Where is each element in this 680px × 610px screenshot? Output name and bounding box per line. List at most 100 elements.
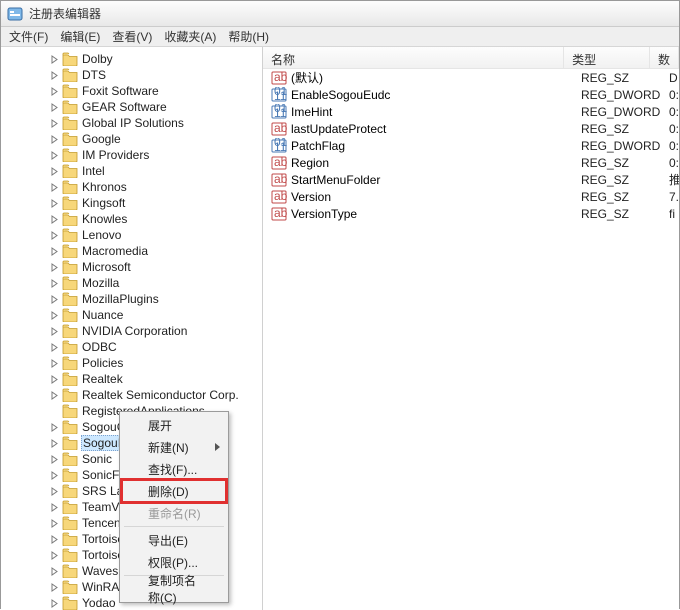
menu-item[interactable]: 展开 [122,414,226,436]
tree-label: ODBC [82,340,117,354]
expand-icon[interactable] [49,326,60,337]
expand-icon[interactable] [49,86,60,97]
expand-icon[interactable] [49,390,60,401]
tree-item[interactable]: GEAR Software [5,99,262,115]
tree-item[interactable]: Macromedia [5,243,262,259]
tree-item[interactable]: Realtek Semiconductor Corp. [5,387,262,403]
value-row[interactable]: 011110ImeHintREG_DWORD0: [263,103,679,120]
expand-icon[interactable] [49,486,60,497]
tree-item[interactable]: Dolby [5,51,262,67]
column-data[interactable]: 数 [650,47,679,68]
tree-item[interactable]: IM Providers [5,147,262,163]
tree-item[interactable]: Lenovo [5,227,262,243]
folder-icon [62,532,78,546]
tree-item[interactable]: Policies [5,355,262,371]
folder-icon [62,580,78,594]
expand-icon[interactable] [49,454,60,465]
folder-icon [62,468,78,482]
expand-icon[interactable] [49,310,60,321]
tree-item[interactable]: Kingsoft [5,195,262,211]
tree-item[interactable]: Intel [5,163,262,179]
value-row[interactable]: abRegionREG_SZ0: [263,154,679,171]
menu-favorites[interactable]: 收藏夹(A) [164,28,216,45]
expand-icon[interactable] [49,534,60,545]
column-name[interactable]: 名称 [263,47,564,68]
expand-icon[interactable] [49,262,60,273]
expand-icon[interactable] [49,118,60,129]
expand-icon[interactable] [49,422,60,433]
value-row[interactable]: abStartMenuFolderREG_SZ推 [263,171,679,188]
expand-icon[interactable] [49,294,60,305]
expand-icon[interactable] [49,598,60,609]
menu-item[interactable]: 导出(E) [122,529,226,551]
folder-icon [62,420,78,434]
expand-icon[interactable] [49,182,60,193]
expand-icon[interactable] [49,134,60,145]
tree-item[interactable]: NVIDIA Corporation [5,323,262,339]
expand-icon[interactable] [49,166,60,177]
expand-icon[interactable] [49,342,60,353]
value-row[interactable]: abVersionTypeREG_SZfi [263,205,679,222]
registry-tree[interactable]: DolbyDTSFoxit SoftwareGEAR SoftwareGloba… [1,47,263,610]
tree-item[interactable]: Mozilla [5,275,262,291]
value-data: fi [661,207,679,221]
value-row[interactable]: ab(默认)REG_SZD [263,69,679,86]
tree-item[interactable]: Knowles [5,211,262,227]
folder-icon [62,324,78,338]
value-name: (默认) [291,69,323,86]
menu-edit[interactable]: 编辑(E) [60,28,100,45]
value-data: 推 [661,171,679,188]
expand-icon[interactable] [49,198,60,209]
expand-icon[interactable] [49,102,60,113]
expand-icon[interactable] [49,374,60,385]
menu-view[interactable]: 查看(V) [112,28,152,45]
tree-item[interactable]: Global IP Solutions [5,115,262,131]
folder-icon [62,436,78,450]
value-row[interactable]: ablastUpdateProtectREG_SZ0: [263,120,679,137]
expand-icon[interactable] [49,230,60,241]
folder-icon [62,100,78,114]
value-name: Version [291,190,331,204]
expand-icon[interactable] [49,246,60,257]
value-row[interactable]: 011110PatchFlagREG_DWORD0: [263,137,679,154]
expand-icon[interactable] [49,470,60,481]
tree-item[interactable]: Foxit Software [5,83,262,99]
expand-icon[interactable] [49,358,60,369]
value-type: REG_DWORD [573,105,661,119]
menu-item[interactable]: 查找(F)... [122,458,226,480]
tree-item[interactable]: Nuance [5,307,262,323]
expand-icon[interactable] [49,54,60,65]
value-row[interactable]: 011110EnableSogouEudcREG_DWORD0: [263,86,679,103]
menu-help[interactable]: 帮助(H) [228,28,269,45]
menu-item[interactable]: 删除(D) [122,480,226,502]
column-type[interactable]: 类型 [564,47,650,68]
menu-item[interactable]: 权限(P)... [122,551,226,573]
expand-icon[interactable] [49,518,60,529]
tree-label: Foxit Software [82,84,159,98]
svg-text:110: 110 [274,89,287,103]
tree-item[interactable]: DTS [5,67,262,83]
tree-item[interactable]: MozillaPlugins [5,291,262,307]
expand-icon[interactable] [49,214,60,225]
tree-item[interactable]: Khronos [5,179,262,195]
tree-item[interactable]: Google [5,131,262,147]
menu-item[interactable]: 复制项名称(C) [122,578,226,600]
folder-icon [62,404,78,418]
tree-item[interactable]: ODBC [5,339,262,355]
expand-icon[interactable] [49,278,60,289]
expand-icon[interactable] [49,502,60,513]
expand-icon[interactable] [49,566,60,577]
value-type: REG_DWORD [573,88,661,102]
value-row[interactable]: abVersionREG_SZ7. [263,188,679,205]
tree-item[interactable]: Microsoft [5,259,262,275]
expand-icon[interactable] [49,582,60,593]
expand-icon[interactable] [49,70,60,81]
tree-item[interactable]: Realtek [5,371,262,387]
menu-item[interactable]: 新建(N) [122,436,226,458]
menu-file[interactable]: 文件(F) [9,28,48,45]
expand-icon[interactable] [49,550,60,561]
expand-icon[interactable] [49,150,60,161]
context-menu: 展开新建(N)查找(F)...删除(D)重命名(R)导出(E)权限(P)...复… [119,411,229,603]
expand-icon[interactable] [49,438,60,449]
value-name: EnableSogouEudc [291,88,390,102]
